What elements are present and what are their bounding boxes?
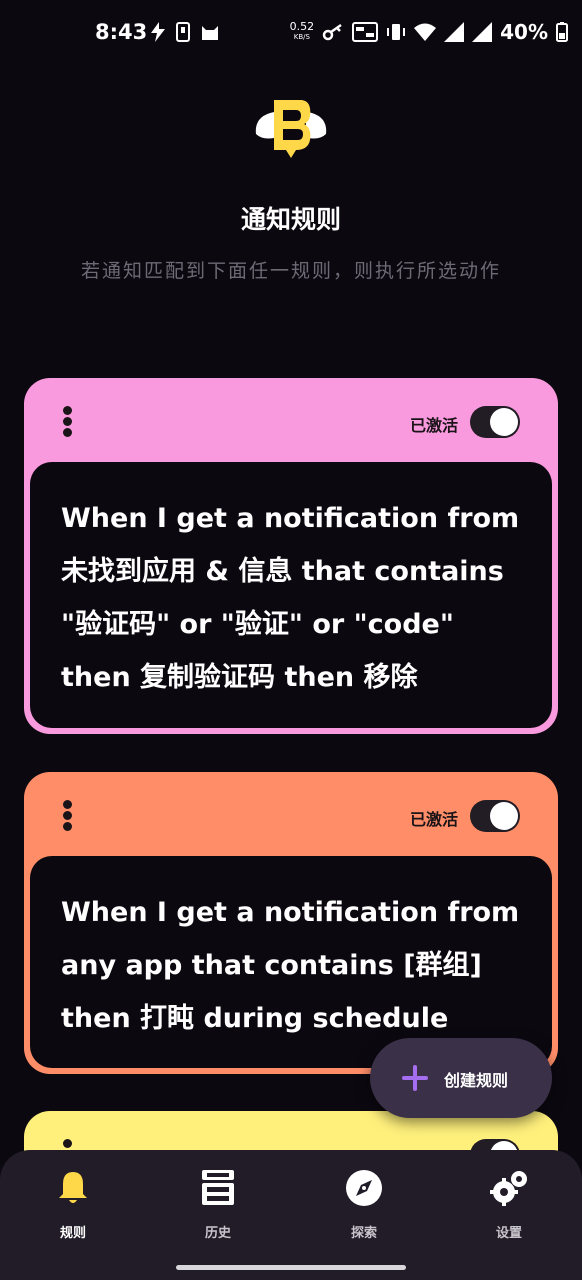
toggle-knob — [490, 802, 518, 830]
nav-label: 设置 — [495, 1226, 522, 1241]
signal-1-icon — [444, 22, 465, 42]
rule-status-label: 已激活 — [409, 416, 458, 435]
rule-enable-toggle[interactable] — [470, 800, 520, 832]
nav-item-settings[interactable]: 设置 — [459, 1168, 559, 1248]
battery-icon — [556, 22, 568, 42]
rule-body[interactable]: When I get a notification from 未找到应用 & 信… — [30, 462, 552, 728]
status-time: 8:43 — [95, 20, 148, 44]
cat-icon — [202, 26, 218, 40]
bottom-nav: 规则 历史 探索 设置 — [0, 1150, 582, 1280]
more-vert-icon[interactable] — [60, 406, 74, 442]
rule-enable-toggle[interactable] — [470, 406, 520, 438]
history-icon — [202, 1170, 234, 1205]
rule-card[interactable]: 已激活 When I get a notification from any a… — [24, 772, 558, 1074]
app-logo — [255, 100, 327, 158]
page-title: 通知规则 — [240, 205, 341, 234]
nav-label: 探索 — [350, 1226, 377, 1241]
status-notification-icons — [150, 22, 220, 42]
status-bar: 8:43 0.52 KB/S 40% — [0, 0, 582, 66]
nav-item-explore[interactable]: 探索 — [314, 1168, 414, 1248]
nav-item-rules[interactable]: 规则 — [23, 1168, 123, 1248]
rule-status-label: 已激活 — [409, 810, 458, 829]
network-speed-unit: KB/S — [293, 33, 310, 41]
nav-label: 规则 — [59, 1226, 86, 1241]
create-rule-button[interactable]: 创建规则 — [370, 1038, 552, 1118]
page-subtitle: 若通知匹配到下面任一规则，则执行所选动作 — [80, 260, 501, 282]
key-icon — [322, 23, 342, 41]
rule-description: When I get a notification from 未找到应用 & 信… — [61, 503, 520, 693]
screen: 8:43 0.52 KB/S 40% 通知规则 若通知匹配到下面任一规则，则执行所… — [0, 0, 582, 1280]
more-vert-icon[interactable] — [60, 800, 74, 836]
bell-icon — [59, 1172, 87, 1203]
volte-icon — [352, 22, 379, 42]
vibrate-icon — [387, 24, 406, 40]
rule-body[interactable]: When I get a notification from any app t… — [30, 856, 552, 1068]
network-speed: 0.52 KB/S — [290, 21, 315, 43]
rule-description: When I get a notification from any app t… — [61, 897, 520, 1034]
signal-2-icon — [472, 22, 493, 42]
compass-icon — [346, 1170, 382, 1206]
status-system-icons: 0.52 KB/S 40% — [290, 20, 568, 44]
home-indicator — [176, 1265, 406, 1270]
battery-percent: 40% — [500, 20, 548, 44]
toggle-knob — [490, 408, 518, 436]
nav-item-history[interactable]: 历史 — [168, 1168, 268, 1248]
flash-icon — [151, 22, 165, 42]
plus-icon — [402, 1065, 428, 1091]
phone-notification-icon — [176, 22, 190, 42]
wifi-icon — [414, 23, 437, 41]
gear-icon — [490, 1171, 527, 1206]
rule-card[interactable]: 已激活 When I get a notification from 未找到应用… — [24, 378, 558, 734]
nav-label: 历史 — [204, 1226, 231, 1241]
create-rule-label: 创建规则 — [444, 1071, 509, 1090]
